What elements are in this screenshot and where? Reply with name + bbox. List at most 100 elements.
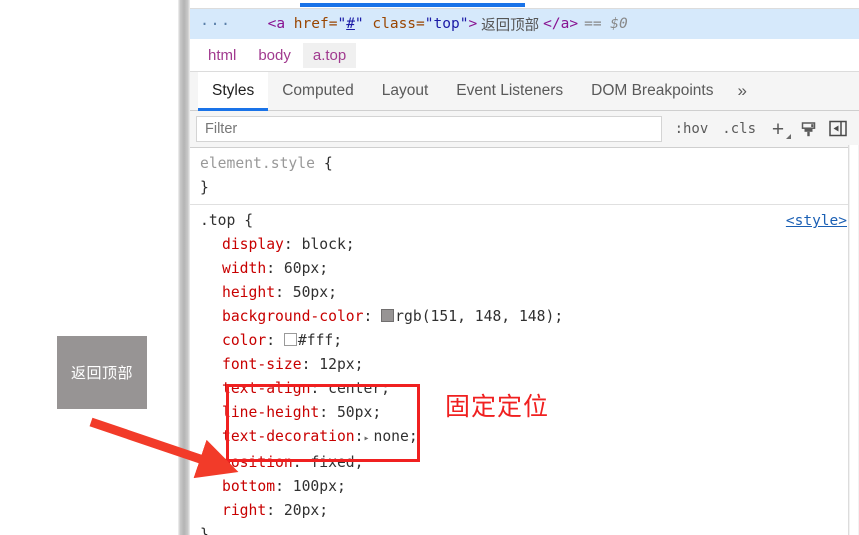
dom-selection-marker: == $0 (584, 16, 628, 32)
rule-selector-line[interactable]: .top { (200, 209, 859, 233)
tab-layout[interactable]: Layout (368, 72, 443, 110)
prop-name-line-height: line-height (222, 404, 320, 421)
vertical-scrollbar[interactable] (848, 145, 859, 535)
prop-name-display: display (222, 236, 284, 253)
prop-value-width: 60px; (283, 260, 329, 277)
prop-name-color: color (222, 332, 267, 349)
rule-selector-element-style: element.style (200, 155, 315, 172)
declaration-text-decoration[interactable]: text-decoration:▸ none; (200, 425, 859, 451)
dom-node-inner-text[interactable]: 返回顶部 (477, 14, 543, 35)
selected-dom-node-row[interactable]: ··· <a href = " # " class = "top" > 返回顶部… (190, 9, 859, 39)
rule-source-link[interactable]: <style> (786, 209, 847, 233)
styles-panel-tabs: Styles Computed Layout Event Listeners D… (190, 72, 859, 111)
active-tab-underline (300, 3, 525, 7)
rule-selector-line[interactable]: element.style { (200, 152, 859, 176)
color-swatch-icon[interactable] (381, 309, 395, 322)
dom-attr-class-eq: = (416, 16, 425, 32)
dom-attr-href-name[interactable]: href (294, 16, 329, 32)
prop-name-background-color: background-color (222, 308, 364, 325)
breadcrumb-item-body[interactable]: body (248, 43, 301, 68)
plus-icon: + (771, 117, 785, 141)
rule-open-brace: { (244, 212, 254, 229)
declaration-right[interactable]: right: 20px; (200, 499, 859, 523)
new-style-rule-button[interactable]: + (763, 116, 793, 142)
tab-computed[interactable]: Computed (268, 72, 368, 110)
back-to-top-button[interactable]: 返回顶部 (57, 336, 147, 409)
paintbrush-icon (801, 121, 815, 136)
rule-selector-dot-top: .top (200, 212, 236, 229)
tab-computed-label: Computed (282, 82, 354, 99)
color-swatch-icon[interactable] (283, 333, 297, 346)
dom-attr-href-eq: = (328, 16, 338, 32)
tab-event-listeners-label: Event Listeners (456, 82, 564, 99)
declaration-bottom[interactable]: bottom: 100px; (200, 475, 859, 499)
rule-element-style: element.style { } (190, 148, 859, 205)
prop-value-line-height: 50px; (336, 404, 382, 421)
prop-value-background-color: rgb(151, 148, 148); (395, 308, 564, 325)
css-rules-pane: element.style { } <style> .top { display… (190, 148, 859, 535)
devtools-panel: ··· <a href = " # " class = "top" > 返回顶部… (190, 0, 859, 535)
prop-value-text-decoration: none; (373, 428, 418, 445)
prop-value-right: 20px; (283, 502, 329, 519)
tabs-overflow-button[interactable]: » (727, 72, 756, 110)
prop-value-height: 50px; (292, 284, 337, 301)
tab-dom-breakpoints-label: DOM Breakpoints (591, 82, 714, 99)
declaration-display[interactable]: display: block; (200, 233, 859, 257)
tab-event-listeners[interactable]: Event Listeners (442, 72, 577, 110)
expand-triangle-icon[interactable]: ▸ (363, 427, 373, 451)
rule-dot-top: <style> .top { display: block; width: 60… (190, 205, 859, 535)
breadcrumb: html body a.top (190, 39, 859, 72)
toggle-sidebar-icon (829, 120, 847, 137)
dom-closing-tag: </a> (543, 16, 579, 32)
prop-name-text-align: text-align (222, 380, 311, 397)
prop-name-right: right (222, 502, 267, 519)
declaration-color[interactable]: color: #fff; (200, 329, 859, 353)
declaration-font-size[interactable]: font-size: 12px; (200, 353, 859, 377)
prop-name-width: width (222, 260, 267, 277)
styles-filter-toolbar: :hov .cls + (190, 111, 859, 148)
dom-attr-href-quote-close: " (354, 16, 364, 32)
toggle-sidebar-button[interactable] (823, 116, 853, 142)
prop-value-color: #fff; (297, 332, 343, 349)
scrollbar-thumb[interactable] (850, 145, 858, 535)
prop-name-text-decoration: text-decoration (222, 428, 355, 445)
prop-name-font-size: font-size (222, 356, 302, 373)
rule-open-brace: { (323, 155, 333, 172)
web-page-preview: 返回顶部 (0, 0, 178, 535)
computed-styles-sidebar-button[interactable] (793, 116, 823, 142)
dom-attr-href-value[interactable]: # (346, 16, 355, 32)
devtools-top-tabstrip (190, 0, 859, 9)
expand-ellipsis-icon[interactable]: ··· (196, 15, 240, 33)
prop-name-height: height (222, 284, 276, 301)
dom-attr-class-value[interactable]: "top" (425, 16, 469, 32)
declaration-width[interactable]: width: 60px; (200, 257, 859, 281)
dom-attr-class-name[interactable]: class (372, 16, 416, 32)
prop-value-font-size: 12px; (319, 356, 364, 373)
tab-layout-label: Layout (381, 82, 429, 99)
rule-close-brace: } (200, 526, 209, 535)
declaration-position[interactable]: position: fixed; (200, 451, 859, 475)
prop-value-position: fixed; (310, 454, 364, 471)
dom-close-bracket: > (468, 16, 478, 32)
prop-name-bottom: bottom (222, 478, 276, 495)
declaration-height[interactable]: height: 50px; (200, 281, 859, 305)
prop-value-display: block; (301, 236, 355, 253)
tab-styles-label: Styles (212, 82, 255, 99)
declaration-background-color[interactable]: background-color: rgb(151, 148, 148); (200, 305, 859, 329)
prop-value-text-align: center; (328, 380, 391, 397)
dom-open-tag: <a (267, 16, 286, 32)
chevron-down-icon (786, 134, 791, 139)
dom-attr-href-quote-open: " (337, 16, 347, 32)
hov-toggle-button[interactable]: :hov (668, 121, 716, 137)
breadcrumb-item-html[interactable]: html (198, 43, 246, 68)
panel-divider[interactable] (178, 0, 190, 535)
tab-dom-breakpoints[interactable]: DOM Breakpoints (577, 72, 727, 110)
annotation-label: 固定定位 (445, 392, 550, 421)
tab-styles[interactable]: Styles (198, 72, 269, 111)
prop-name-position: position (222, 454, 293, 471)
rule-close-brace: } (200, 179, 209, 196)
breadcrumb-item-a-top[interactable]: a.top (302, 42, 357, 68)
filter-input[interactable] (196, 116, 662, 142)
prop-value-bottom: 100px; (292, 478, 346, 495)
cls-toggle-button[interactable]: .cls (715, 121, 763, 137)
